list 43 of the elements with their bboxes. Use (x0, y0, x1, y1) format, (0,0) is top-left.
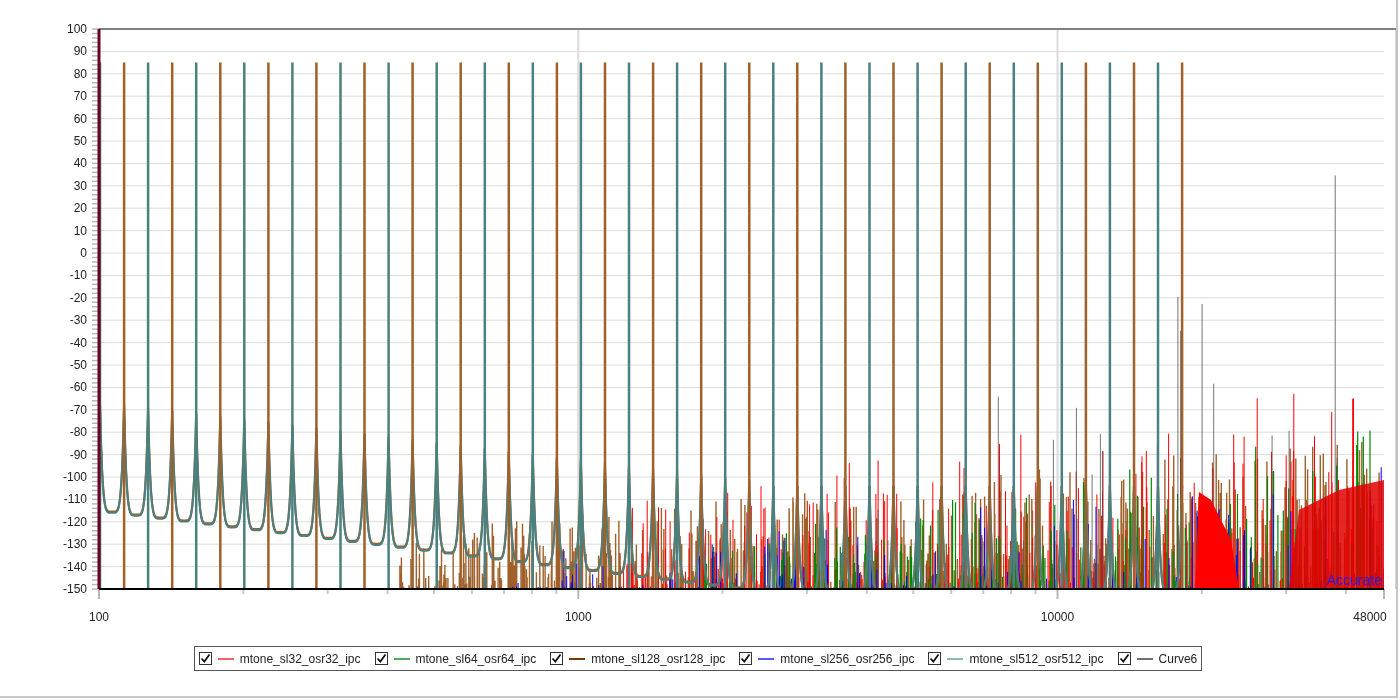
legend-checkbox[interactable] (739, 652, 753, 665)
y-axis-label: -90 (69, 447, 87, 462)
y-axis-label: -110 (63, 492, 87, 507)
legend-label: mtone_sl64_osr64_ipc (415, 650, 537, 668)
legend-label: mtone_sl512_osr512_ipc (969, 650, 1104, 668)
y-axis-label: -130 (62, 537, 87, 552)
legend-checkbox[interactable] (550, 652, 564, 665)
y-axis-label: 30 (73, 178, 87, 193)
y-axis-label: 50 (73, 134, 87, 148)
y-axis-label: -120 (62, 514, 87, 529)
x-axis-label: 10000 (1040, 610, 1075, 624)
y-axis-label: 80 (73, 66, 87, 81)
y-axis-label: -150 (62, 582, 87, 596)
y-axis-label: 10 (73, 223, 87, 238)
y-axis-label: -80 (69, 425, 87, 440)
y-axis-label: -60 (69, 380, 87, 395)
y-axis-label: 90 (73, 44, 87, 59)
y-axis-label: 40 (73, 156, 87, 171)
y-axis-label: 60 (73, 111, 87, 126)
legend-checkbox[interactable] (374, 652, 388, 665)
y-axis-label: -30 (69, 313, 87, 328)
x-axis-label: 100 (89, 610, 109, 624)
y-axis-label: -100 (62, 470, 87, 484)
y-axis-label: 0 (80, 246, 87, 260)
legend-checkbox[interactable] (1117, 652, 1131, 665)
y-axis-label: 70 (73, 89, 87, 104)
y-axis-label: 20 (73, 201, 87, 216)
y-axis-label: -70 (69, 402, 87, 417)
y-axis-label: -20 (69, 290, 87, 305)
legend-label: mtone_sl256_osr256_ipc (780, 650, 915, 668)
legend-label: mtone_sl32_osr32_ipc (239, 650, 361, 668)
y-axis-label: -10 (69, 268, 87, 283)
legend-checkbox[interactable] (198, 652, 212, 665)
plot-annotation: Accurate (1326, 572, 1382, 588)
legend-label: mtone_sl128_osr128_ipc (591, 650, 726, 668)
x-axis-label: 48000 (1353, 610, 1387, 624)
x-axis-label: 1000 (564, 610, 592, 624)
y-axis-label: -50 (69, 358, 87, 372)
y-axis-label: -140 (62, 559, 87, 574)
y-axis-label: -40 (69, 335, 87, 350)
y-axis-label: 100 (66, 22, 87, 36)
legend-label: Curve6 (1158, 650, 1198, 668)
legend-checkbox[interactable] (928, 652, 942, 665)
